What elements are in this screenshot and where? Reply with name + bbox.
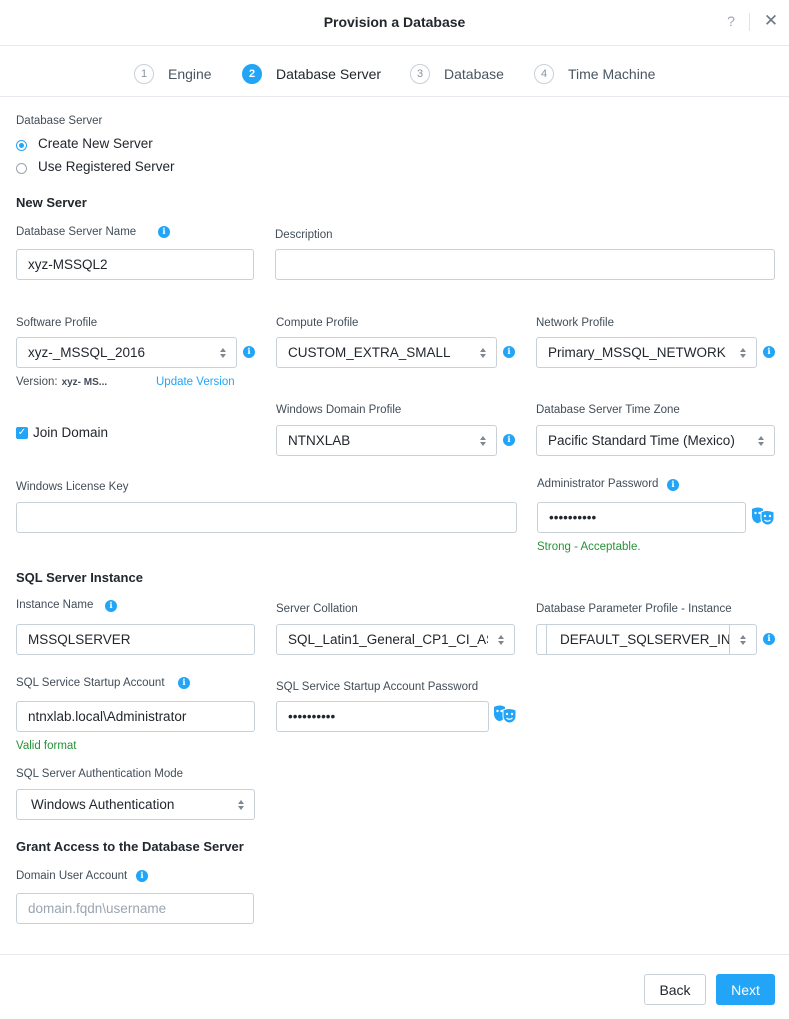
step-label: Database Server [276, 66, 382, 82]
step-engine[interactable]: 1 Engine [134, 64, 212, 84]
domain-user-input[interactable]: domain.fqdn\username [16, 893, 254, 924]
info-icon[interactable]: i [243, 346, 255, 358]
server-collation-label: Server Collation [276, 603, 358, 615]
info-icon[interactable]: i [178, 677, 190, 689]
param-profile-label: Database Parameter Profile - Instance [536, 603, 732, 615]
select-caret-icon [758, 434, 765, 448]
help-icon[interactable]: ? [723, 13, 739, 29]
step-database[interactable]: 3 Database [410, 64, 504, 84]
instance-name-label: Instance Name [16, 599, 94, 611]
step-time-machine[interactable]: 4 Time Machine [534, 64, 655, 84]
back-button[interactable]: Back [644, 974, 706, 1005]
step-number: 4 [534, 64, 554, 84]
select-caret-icon [740, 633, 747, 647]
admin-password-label: Administrator Password [537, 478, 659, 490]
startup-account-label: SQL Service Startup Account [16, 677, 165, 689]
startup-account-status: Valid format [16, 740, 77, 752]
update-version-link[interactable]: Update Version [156, 376, 235, 388]
new-server-heading: New Server [16, 195, 87, 210]
instance-name-input[interactable]: MSSQLSERVER [16, 624, 255, 655]
show-password-icon[interactable] [751, 506, 775, 526]
select-caret-icon [480, 434, 487, 448]
password-strength: Strong - Acceptable. [537, 541, 641, 553]
license-key-input[interactable] [16, 502, 517, 533]
sql-instance-heading: SQL Server Instance [16, 570, 143, 585]
select-caret-icon [220, 346, 227, 360]
admin-password-input[interactable]: •••••••••• [537, 502, 746, 533]
info-icon[interactable]: i [105, 600, 117, 612]
description-label: Description [275, 229, 333, 241]
compute-profile-select[interactable]: CUSTOM_EXTRA_SMALL [276, 337, 497, 368]
info-icon[interactable]: i [503, 346, 515, 358]
server-choice-label: Database Server [16, 115, 103, 127]
radio-use-registered-server-label[interactable]: Use Registered Server [38, 159, 175, 174]
software-version: Version: xyz- MS... [16, 376, 108, 388]
radio-create-new-server-label[interactable]: Create New Server [38, 136, 153, 151]
software-profile-select[interactable]: xyz-_MSSQL_2016 [16, 337, 237, 368]
join-domain-checkbox[interactable]: ✓ [16, 427, 28, 439]
info-icon[interactable]: i [158, 226, 170, 238]
show-password-icon[interactable] [493, 704, 517, 724]
license-key-label: Windows License Key [16, 481, 129, 493]
join-domain-label[interactable]: Join Domain [33, 425, 108, 440]
software-profile-label: Software Profile [16, 317, 98, 329]
radio-use-registered-server[interactable] [16, 163, 27, 174]
startup-password-input[interactable]: •••••••••• [276, 701, 489, 732]
select-caret-icon [740, 346, 747, 360]
network-profile-select[interactable]: Primary_MSSQL_NETWORK [536, 337, 757, 368]
grant-access-heading: Grant Access to the Database Server [16, 839, 244, 854]
close-icon[interactable]: ✕ [762, 11, 780, 31]
startup-password-label: SQL Service Startup Account Password [276, 681, 479, 693]
db-server-name-label: Database Server Name [16, 226, 137, 238]
radio-create-new-server[interactable] [16, 140, 27, 151]
step-label: Time Machine [568, 66, 656, 82]
footer-divider [0, 954, 789, 955]
db-server-name-input[interactable]: xyz-MSSQL2 [16, 249, 254, 280]
info-icon[interactable]: i [763, 633, 775, 645]
dialog-title: Provision a Database [323, 14, 466, 30]
select-caret-icon [498, 633, 505, 647]
info-icon[interactable]: i [136, 870, 148, 882]
step-label: Database [444, 66, 504, 82]
step-number: 3 [410, 64, 430, 84]
next-button[interactable]: Next [716, 974, 775, 1005]
info-icon[interactable]: i [503, 434, 515, 446]
auth-mode-label: SQL Server Authentication Mode [16, 768, 184, 780]
network-profile-label: Network Profile [536, 317, 614, 329]
step-label: Engine [168, 66, 212, 82]
header-divider [749, 13, 750, 31]
step-number: 1 [134, 64, 154, 84]
time-zone-select[interactable]: Pacific Standard Time (Mexico) [536, 425, 775, 456]
info-icon[interactable]: i [667, 479, 679, 491]
param-profile-select[interactable]: DEFAULT_SQLSERVER_INSTANCE [536, 624, 757, 655]
server-collation-select[interactable]: SQL_Latin1_General_CP1_CI_AS [276, 624, 515, 655]
step-number: 2 [242, 64, 262, 84]
compute-profile-label: Compute Profile [276, 317, 359, 329]
info-icon[interactable]: i [763, 346, 775, 358]
time-zone-label: Database Server Time Zone [536, 404, 680, 416]
windows-domain-profile-label: Windows Domain Profile [276, 404, 402, 416]
step-database-server[interactable]: 2 Database Server [242, 64, 381, 84]
auth-mode-select[interactable]: Windows Authentication [16, 789, 255, 820]
select-caret-icon [238, 798, 245, 812]
startup-account-input[interactable]: ntnxlab.local\Administrator [16, 701, 255, 732]
wizard-stepper: 1 Engine 2 Database Server 3 Database 4 … [0, 46, 789, 97]
windows-domain-profile-select[interactable]: NTNXLAB [276, 425, 497, 456]
description-input[interactable] [275, 249, 775, 280]
select-caret-icon [480, 346, 487, 360]
domain-user-label: Domain User Account [16, 870, 128, 882]
